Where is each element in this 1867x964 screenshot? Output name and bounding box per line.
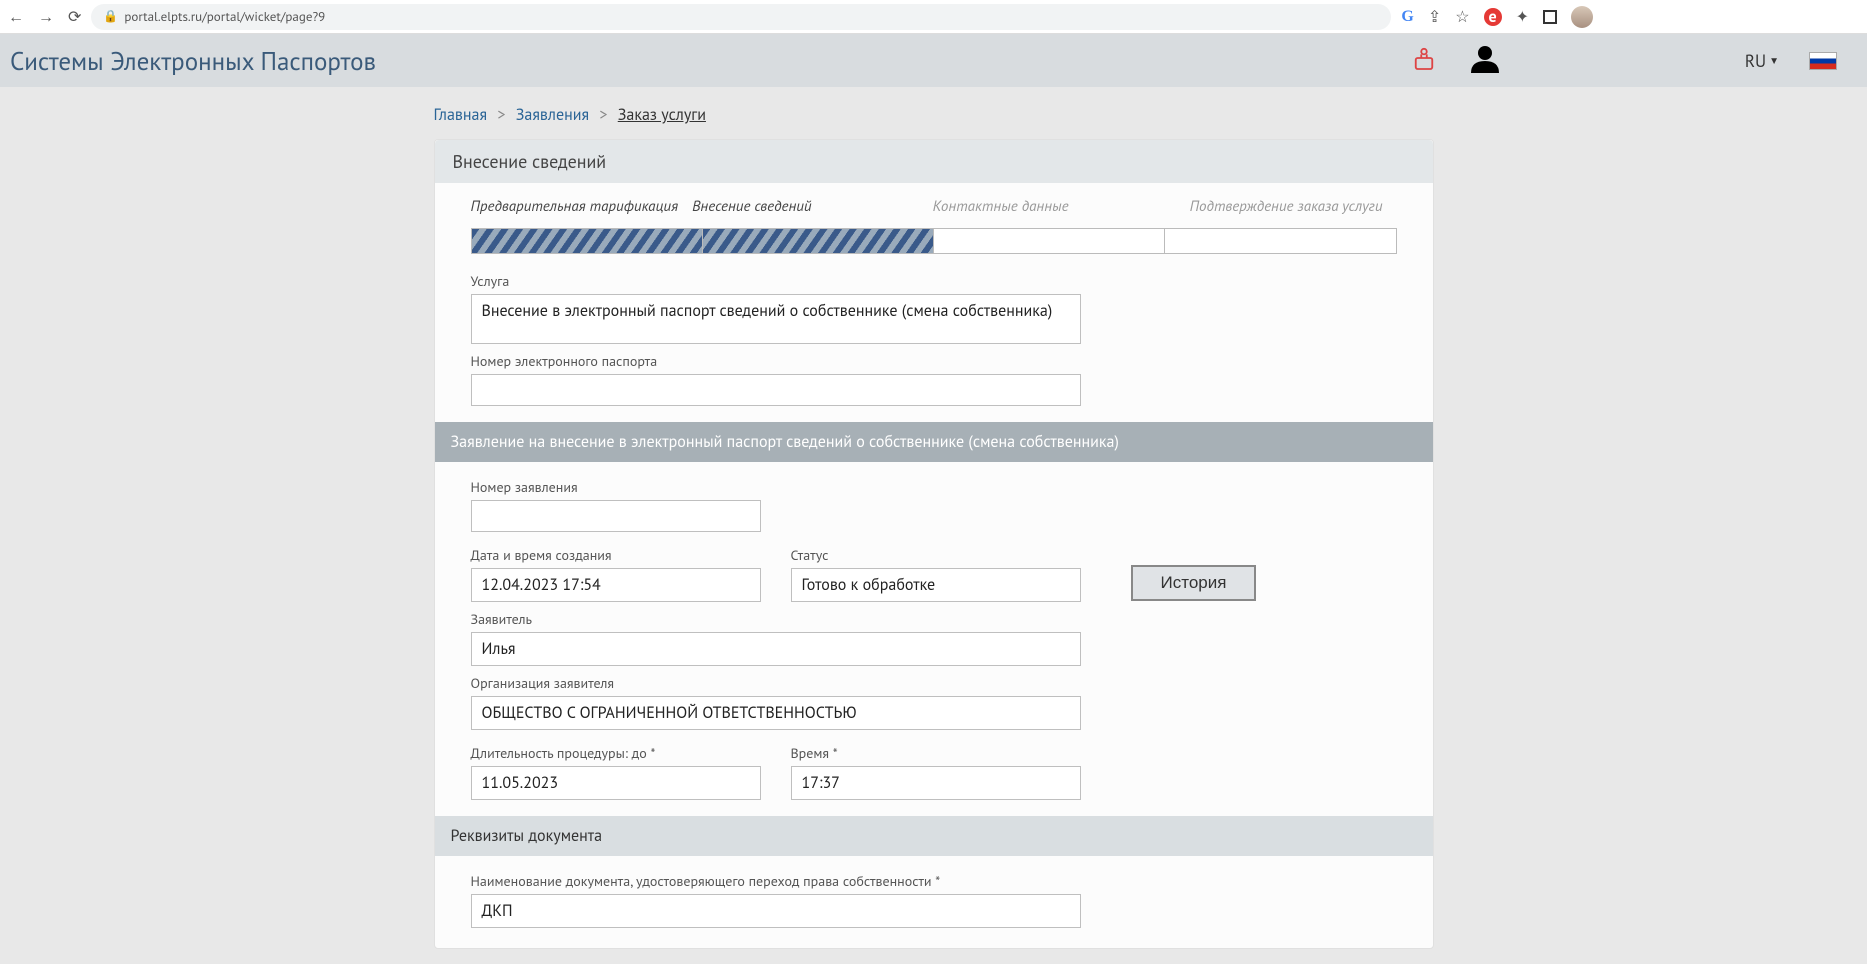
org-label: Организация заявителя xyxy=(471,674,1397,692)
time-field[interactable]: 17:37 xyxy=(791,766,1081,800)
step-tariff: Предварительная тарификация xyxy=(471,197,679,216)
epassport-num-label: Номер электронного паспорта xyxy=(471,352,1397,370)
status-label: Статус xyxy=(791,546,1081,564)
progress-seg-4 xyxy=(1165,229,1395,253)
applicant-field[interactable]: Илья xyxy=(471,632,1081,666)
service-field[interactable]: Внесение в электронный паспорт сведений … xyxy=(471,294,1081,344)
flag-ru-icon xyxy=(1809,52,1837,70)
url-text: portal.elpts.ru/portal/wicket/page?9 xyxy=(124,8,325,25)
panel-icon[interactable] xyxy=(1543,10,1557,24)
browser-chrome: ← → ⟳ 🔒 portal.elpts.ru/portal/wicket/pa… xyxy=(0,0,1867,34)
doc-name-field[interactable]: ДКП xyxy=(471,894,1081,928)
org-field[interactable]: ОБЩЕСТВО С ОГРАНИЧЕННОЙ ОТВЕТСТВЕННОСТЬЮ xyxy=(471,696,1081,730)
duration-label: Длительность процедуры: до * xyxy=(471,744,761,762)
wizard-steps: Предварительная тарификация Внесение све… xyxy=(435,183,1433,220)
main-panel: Внесение сведений Предварительная тарифи… xyxy=(434,139,1434,949)
time-label: Время * xyxy=(791,744,1081,762)
forward-icon[interactable]: → xyxy=(38,7,54,27)
step-entry: Внесение сведений xyxy=(692,197,812,216)
duration-field[interactable]: 11.05.2023 xyxy=(471,766,761,800)
url-bar[interactable]: 🔒 portal.elpts.ru/portal/wicket/page?9 xyxy=(91,4,1391,30)
doc-name-label: Наименование документа, удостоверяющего … xyxy=(471,872,1397,890)
app-header: Системы Электронных Паспортов RU ▼ xyxy=(0,34,1867,87)
chevron-down-icon: ▼ xyxy=(1769,54,1779,67)
app-num-label: Номер заявления xyxy=(471,478,1397,496)
created-label: Дата и время создания xyxy=(471,546,761,564)
progress-seg-3 xyxy=(934,229,1165,253)
breadcrumb-applications[interactable]: Заявления xyxy=(516,105,589,125)
reload-icon[interactable]: ⟳ xyxy=(68,7,81,27)
section-application-bar: Заявление на внесение в электронный пасп… xyxy=(435,422,1433,462)
app-num-field[interactable] xyxy=(471,500,761,532)
profile-avatar[interactable] xyxy=(1571,6,1593,28)
section-doc-bar: Реквизиты документа xyxy=(435,816,1433,856)
back-icon[interactable]: ← xyxy=(8,7,24,27)
breadcrumb-current: Заказ услуги xyxy=(618,105,706,125)
breadcrumb-home[interactable]: Главная xyxy=(434,105,488,125)
progress-bar xyxy=(471,228,1397,254)
applicant-label: Заявитель xyxy=(471,610,1397,628)
created-field[interactable]: 12.04.2023 17:54 xyxy=(471,568,761,602)
step-contact: Контактные данные xyxy=(933,197,1069,216)
extensions-icon[interactable]: ✦ xyxy=(1516,7,1529,27)
step-confirm: Подтверждение заказа услуги xyxy=(1190,197,1383,216)
breadcrumb-sep: > xyxy=(497,105,505,125)
basket-icon[interactable] xyxy=(1413,45,1435,76)
progress-seg-2 xyxy=(703,229,934,253)
progress-seg-1 xyxy=(472,229,703,253)
app-title: Системы Электронных Паспортов xyxy=(10,45,1413,77)
breadcrumb-sep: > xyxy=(599,105,607,125)
breadcrumb: Главная > Заявления > Заказ услуги xyxy=(434,99,1434,139)
history-button[interactable]: История xyxy=(1131,565,1257,601)
share-icon[interactable]: ⇪ xyxy=(1428,7,1441,27)
user-icon[interactable] xyxy=(1465,43,1505,78)
language-selector[interactable]: RU ▼ xyxy=(1745,50,1779,72)
lock-icon: 🔒 xyxy=(103,9,118,24)
epassport-num-field[interactable] xyxy=(471,374,1081,406)
google-icon[interactable]: G xyxy=(1401,8,1413,26)
star-icon[interactable]: ☆ xyxy=(1455,7,1469,27)
service-label: Услуга xyxy=(471,272,1397,290)
status-field[interactable]: Готово к обработке xyxy=(791,568,1081,602)
panel-title: Внесение сведений xyxy=(435,140,1433,183)
extension-e-icon[interactable]: e xyxy=(1484,8,1502,26)
